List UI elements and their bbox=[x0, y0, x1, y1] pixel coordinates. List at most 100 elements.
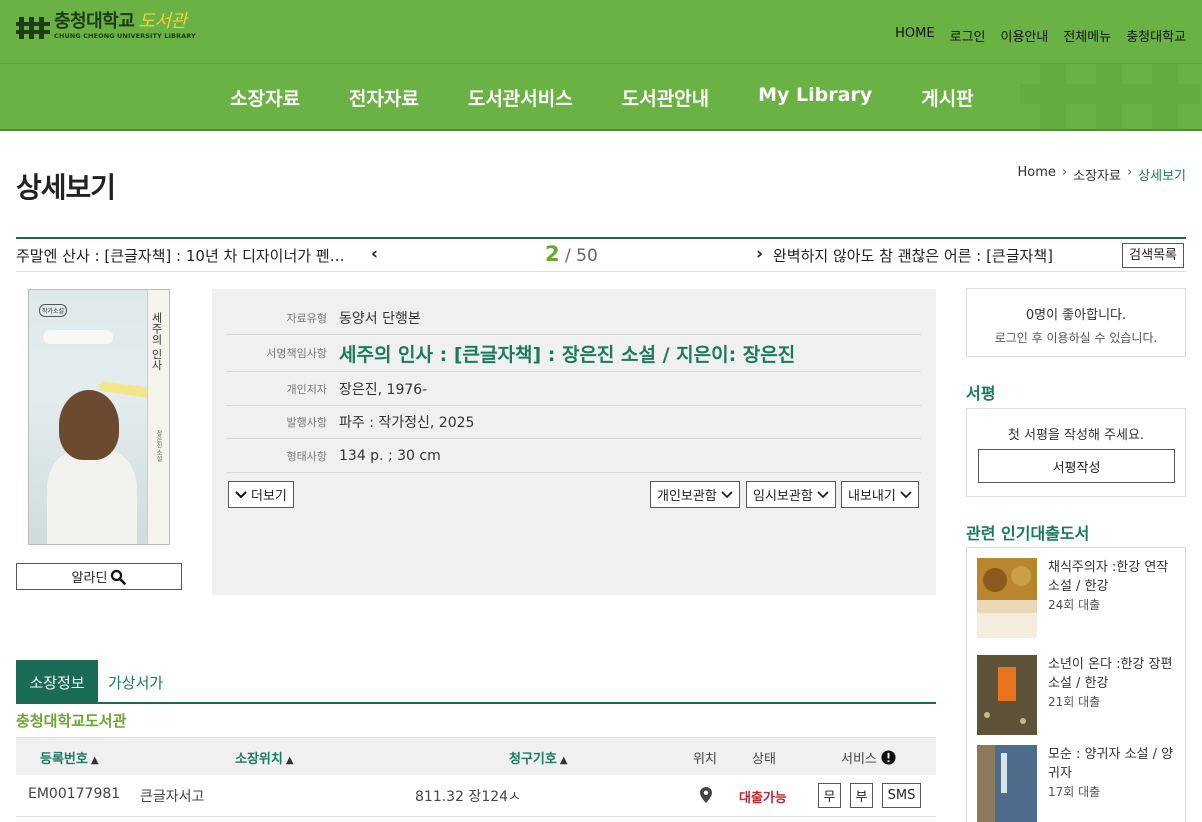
current-record-number: 2 bbox=[545, 242, 560, 266]
tab-virtual-shelf[interactable]: 가상서가 bbox=[108, 660, 163, 704]
info-key: 서명책임사항 bbox=[266, 347, 327, 360]
cover-figure-hair bbox=[59, 390, 119, 460]
prev-record-link[interactable]: 주말엔 산사 : [큰글자책] : 10년 차 디자이너가 펜… bbox=[16, 245, 386, 266]
sort-icon: ▲︎ bbox=[285, 755, 294, 766]
breadcrumb-collection[interactable]: 소장자료 bbox=[1073, 165, 1121, 184]
emblem-watermark-icon bbox=[1020, 64, 1200, 129]
loan-count: 24회 대출 bbox=[1048, 598, 1101, 612]
aladin-label: 알라딘 bbox=[71, 571, 108, 586]
map-pin-icon[interactable] bbox=[700, 787, 712, 803]
breadcrumb-current: 상세보기 bbox=[1138, 169, 1186, 184]
logo-library-word: 도서관 bbox=[138, 11, 187, 32]
info-row-author: 개인저자 장은진, 1976- bbox=[226, 372, 921, 406]
info-row-physical: 형태사항 134 p. ; 30 cm bbox=[226, 439, 921, 473]
chevron-down-icon bbox=[900, 490, 912, 498]
tab-holdings[interactable]: 소장정보 bbox=[16, 660, 98, 704]
personal-folder-button[interactable]: 개인보관함 bbox=[650, 481, 740, 508]
service-button-append[interactable]: 부 bbox=[850, 783, 873, 808]
reg-number: EM00177981 bbox=[28, 786, 121, 802]
info-key: 개인저자 bbox=[286, 382, 327, 396]
nav-collection[interactable]: 소장자료 bbox=[230, 84, 300, 111]
library-logo[interactable]: 충청대학교 도서관 CHUNG CHEONG UNIVERSITY LIBRARY bbox=[16, 12, 196, 40]
column-reg-no[interactable]: 등록번호 ▲︎ bbox=[40, 748, 99, 767]
main-nav: 소장자료 전자자료 도서관서비스 도서관안내 My Library 게시판 bbox=[0, 63, 1202, 131]
breadcrumb: Home › 소장자료 › 상세보기 bbox=[1018, 165, 1186, 184]
service-button-free[interactable]: 무 bbox=[818, 783, 841, 808]
book-thumbnail bbox=[977, 558, 1037, 638]
logo-university-name: 충청대학교 bbox=[54, 11, 135, 32]
next-record-link[interactable]: 완벽하지 않아도 참 괜찮은 어른 : [큰글자책] bbox=[773, 245, 1053, 266]
info-row-material-type: 자료유형 동양서 단행본 bbox=[226, 302, 921, 335]
info-value: 134 p. ; 30 cm bbox=[339, 447, 441, 464]
total-records: / 50 bbox=[565, 246, 598, 266]
record-pager: 2 / 50 bbox=[545, 242, 598, 266]
column-label: 소장위치 bbox=[235, 752, 283, 767]
column-call-no[interactable]: 청구기호 ▲︎ bbox=[509, 748, 568, 767]
util-home-link[interactable]: HOME bbox=[895, 26, 934, 45]
top-header: 충청대학교 도서관 CHUNG CHEONG UNIVERSITY LIBRARY… bbox=[0, 0, 1202, 63]
nav-board[interactable]: 게시판 bbox=[921, 84, 973, 111]
like-count[interactable]: 0명이 좋아합니다. bbox=[967, 304, 1185, 323]
utility-nav: HOME 로그인 이용안내 전체메뉴 충청대학교 bbox=[895, 26, 1186, 45]
loan-count: 17회 대출 bbox=[1048, 785, 1101, 799]
book-thumbnail bbox=[977, 745, 1037, 822]
util-guide-link[interactable]: 이용안내 bbox=[1001, 26, 1049, 45]
aladin-button[interactable]: 알라딘 bbox=[16, 563, 182, 590]
write-review-button[interactable]: 서평작성 bbox=[978, 449, 1175, 483]
popular-heading: 관련 인기대출도서 bbox=[966, 524, 1090, 543]
temp-folder-button[interactable]: 임시보관함 bbox=[746, 481, 836, 508]
personal-folder-label: 개인보관함 bbox=[657, 489, 717, 504]
popular-book-title: 채식주의자 :한강 연작소설 / 한강 bbox=[1048, 560, 1169, 594]
popular-book-item[interactable]: 모순 : 양귀자 소설 / 양귀자 17회 대출 bbox=[977, 745, 1177, 822]
info-row-publication: 발행사항 파주 : 작가정신, 2025 bbox=[226, 406, 921, 439]
university-emblem-icon bbox=[16, 17, 50, 39]
review-message: 첫 서평을 작성해 주세요. bbox=[1007, 428, 1145, 443]
sms-button[interactable]: SMS bbox=[882, 783, 921, 808]
info-key: 발행사항 bbox=[286, 416, 327, 429]
chevron-down-icon bbox=[235, 490, 247, 498]
popular-book-title: 소년이 온다 :한강 장편소설 / 한강 bbox=[1048, 657, 1173, 691]
util-login-link[interactable]: 로그인 bbox=[950, 26, 986, 45]
table-row: EM00177981 큰글자서고 811.32 장124ㅅ 대출가능 무 부 S… bbox=[16, 775, 936, 817]
export-button[interactable]: 내보내기 bbox=[841, 481, 919, 508]
column-label: 서비스 bbox=[841, 752, 877, 767]
info-value: 장은진, 1976- bbox=[339, 381, 428, 398]
review-box: 첫 서평을 작성해 주세요. 서평작성 bbox=[966, 408, 1186, 497]
holdings-tabs: 소장정보 가상서가 bbox=[16, 660, 936, 704]
search-icon bbox=[111, 569, 127, 585]
temp-folder-label: 임시보관함 bbox=[753, 489, 813, 504]
column-status: 상태 bbox=[752, 752, 776, 767]
sort-icon: ▲︎ bbox=[90, 755, 99, 766]
book-thumbnail bbox=[977, 655, 1037, 735]
bibliographic-info: 자료유형 동양서 단행본 서명책임사항 세주의 인사 : [큰글자책] : 장은… bbox=[212, 289, 936, 595]
chevron-right-icon[interactable]: › bbox=[756, 244, 763, 264]
popular-book-item[interactable]: 채식주의자 :한강 연작소설 / 한강 24회 대출 bbox=[977, 558, 1177, 648]
library-name: 충청대학교도서관 bbox=[16, 712, 127, 730]
book-cover-image: 세주의 인사 장은진 소설 작가소설 bbox=[28, 289, 170, 545]
info-value: 동양서 단행본 bbox=[339, 311, 421, 327]
nav-my-library[interactable]: My Library bbox=[758, 84, 872, 111]
search-list-button[interactable]: 검색목록 bbox=[1122, 243, 1184, 268]
util-all-menu-link[interactable]: 전체메뉴 bbox=[1063, 26, 1111, 45]
popular-book-item[interactable]: 소년이 온다 :한강 장편소설 / 한강 21회 대출 bbox=[977, 655, 1177, 737]
loan-count: 21회 대출 bbox=[1048, 695, 1101, 709]
more-button[interactable]: 더보기 bbox=[228, 481, 294, 508]
util-university-link[interactable]: 충청대학교 bbox=[1126, 26, 1186, 45]
chevron-left-icon[interactable]: ‹ bbox=[371, 244, 378, 264]
column-label: 등록번호 bbox=[40, 752, 88, 767]
nav-e-resources[interactable]: 전자자료 bbox=[349, 84, 419, 111]
more-label: 더보기 bbox=[251, 489, 287, 504]
export-label: 내보내기 bbox=[848, 489, 896, 504]
record-navigation: 주말엔 산사 : [큰글자책] : 10년 차 디자이너가 펜… ‹ 2 / 5… bbox=[16, 237, 1186, 272]
breadcrumb-home[interactable]: Home bbox=[1018, 165, 1056, 184]
nav-library-services[interactable]: 도서관서비스 bbox=[468, 84, 573, 111]
status-badge: 대출가능 bbox=[739, 791, 787, 806]
chevron-down-icon bbox=[721, 490, 733, 498]
nav-library-info[interactable]: 도서관안내 bbox=[622, 84, 709, 111]
cover-author: 장은진 소설 bbox=[155, 430, 162, 462]
cover-title: 세주의 인사 bbox=[150, 312, 163, 371]
info-key: 자료유형 bbox=[286, 312, 327, 325]
info-icon[interactable] bbox=[881, 750, 896, 765]
column-position: 위치 bbox=[693, 752, 717, 767]
column-location[interactable]: 소장위치 ▲︎ bbox=[235, 748, 294, 767]
